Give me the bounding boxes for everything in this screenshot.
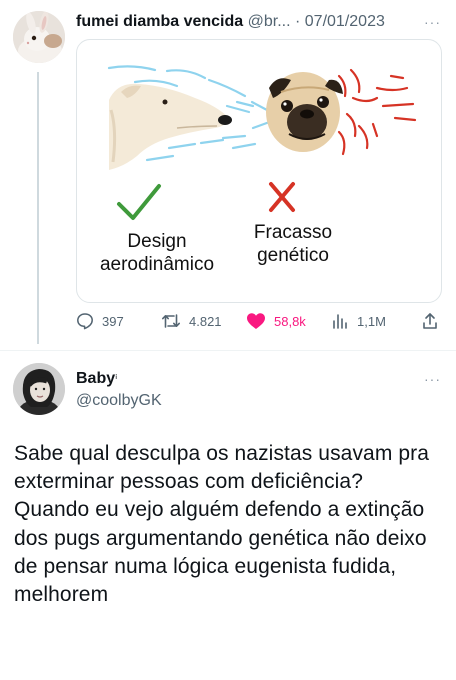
- reply-count: 397: [102, 313, 124, 329]
- name-suffix: ⁱ: [115, 372, 118, 386]
- label-aerodynamic-line2: aerodinâmico: [99, 254, 215, 275]
- tweet-actions: 397 4.821 58,8k 1,1M: [76, 312, 446, 334]
- tweet-header: fumei diamba vencida @br... · 07/01/2023: [76, 12, 416, 32]
- author-name[interactable]: Baby: [76, 370, 115, 387]
- views-button[interactable]: 1,1M: [331, 312, 386, 330]
- retweet-count: 4.821: [189, 313, 222, 329]
- reply-icon: [77, 313, 93, 330]
- author-name-row: Babyⁱ: [76, 369, 117, 389]
- tweet-image[interactable]: Design aerodinâmico Fracasso genético: [76, 39, 442, 303]
- label-genetic-line1: Fracasso: [253, 222, 333, 243]
- rabbit-avatar-image: [13, 11, 65, 63]
- views-count: 1,1M: [357, 313, 386, 329]
- more-options-icon[interactable]: ···: [424, 14, 441, 30]
- heart-icon: [247, 313, 265, 329]
- reply-button[interactable]: 397: [76, 312, 124, 330]
- label-aerodynamic: Design aerodinâmico: [97, 230, 217, 276]
- author-handle[interactable]: @br...: [248, 13, 291, 30]
- turbulence-lines: [337, 68, 417, 156]
- label-genetic-line2: genético: [257, 245, 329, 266]
- author-name[interactable]: fumei diamba vencida: [76, 13, 243, 30]
- label-aerodynamic-line1: Design: [127, 231, 187, 252]
- author-handle[interactable]: @coolbyGK: [76, 391, 162, 411]
- cross-icon: [269, 182, 295, 212]
- retweet-button[interactable]: 4.821: [161, 312, 222, 330]
- tweet-date[interactable]: 07/01/2023: [305, 13, 385, 30]
- share-icon: [423, 313, 437, 329]
- avatar[interactable]: [13, 363, 65, 415]
- avatar[interactable]: [13, 11, 65, 63]
- tweet-text: Sabe qual desculpa os nazistas usavam pr…: [14, 442, 430, 607]
- views-icon: [333, 314, 347, 329]
- separator-dot: ·: [295, 13, 301, 30]
- share-button[interactable]: [421, 312, 447, 330]
- check-icon: [117, 184, 161, 220]
- thread-line: [37, 72, 39, 344]
- person-avatar-image: [13, 363, 65, 415]
- like-button[interactable]: 58,8k: [246, 312, 306, 330]
- pug-dog: [266, 72, 343, 152]
- like-count: 58,8k: [274, 313, 306, 329]
- more-options-icon[interactable]: ···: [424, 371, 441, 387]
- retweet-icon: [162, 314, 180, 328]
- divider: [0, 350, 456, 351]
- label-genetic-failure: Fracasso genético: [233, 221, 353, 267]
